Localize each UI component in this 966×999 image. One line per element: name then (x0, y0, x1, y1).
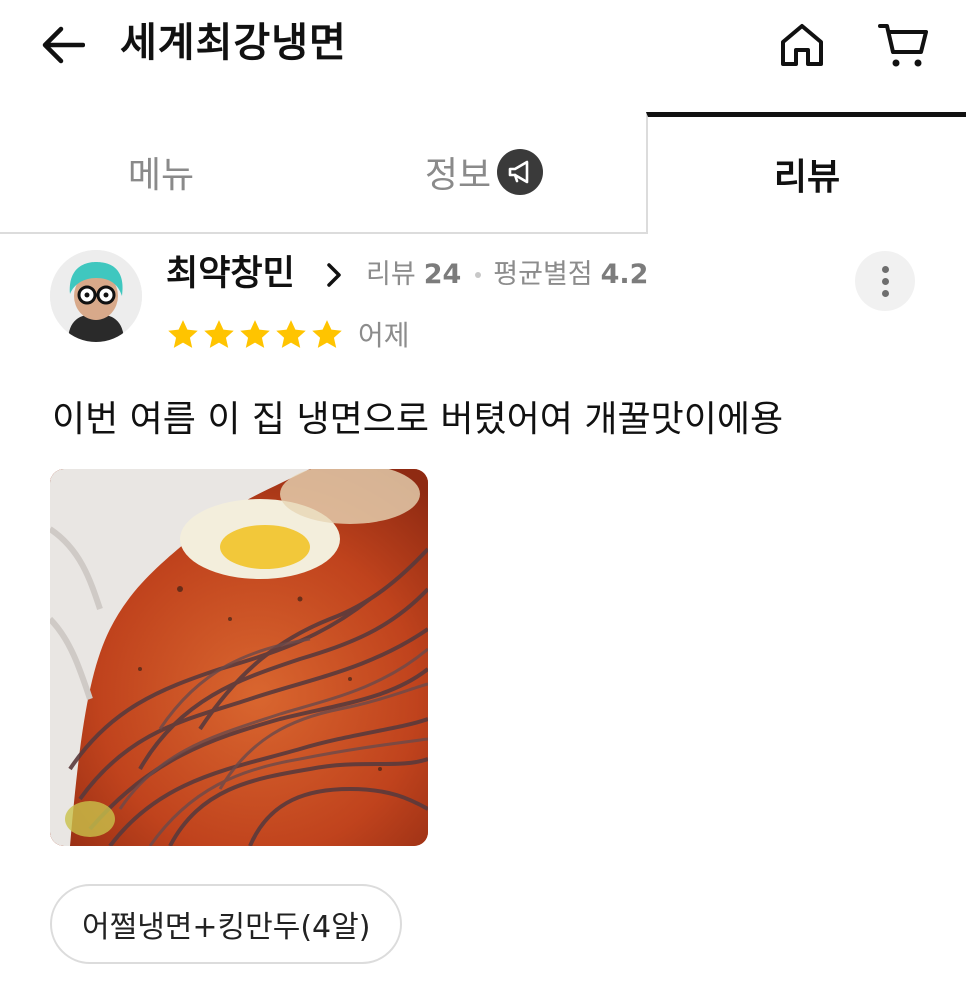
page-title: 세계최강냉면 (120, 20, 347, 66)
top-app-bar: 세계최강냉면 (0, 0, 966, 90)
review-photo[interactable] (50, 469, 428, 846)
review-count: 24 (423, 259, 462, 290)
tab-review[interactable]: 리뷰 (646, 112, 966, 234)
tab-menu-label: 메뉴 (127, 155, 195, 196)
star-icon (168, 320, 198, 348)
star-icon (312, 320, 342, 348)
avatar[interactable] (50, 250, 142, 342)
star-icon (204, 320, 234, 348)
more-options-button[interactable] (855, 251, 915, 311)
arrow-left-icon (42, 26, 85, 64)
review-date: 어제 (358, 319, 410, 352)
reviewer-name[interactable]: 최약창민 (166, 252, 295, 296)
cart-button[interactable] (873, 18, 933, 72)
tab-bar: 메뉴 정보 리뷰 (0, 112, 966, 234)
ordered-menu-chip[interactable]: 어쩔냉면+킹만두(4알) (50, 884, 403, 964)
chevron-right-icon[interactable] (322, 260, 346, 290)
more-vertical-icon (881, 265, 889, 273)
tab-info[interactable]: 정보 (322, 112, 646, 234)
tab-info-label: 정보 (424, 155, 492, 196)
cart-icon (878, 24, 928, 67)
review-text: 이번 여름 이 집 냉면으로 버텼어여 개꿀맛이에용 (52, 399, 784, 440)
separator-dot (475, 272, 482, 278)
ordered-menu-label: 어쩔냉면+킹만두(4알) (82, 910, 371, 945)
star-rating (166, 318, 344, 352)
home-icon (781, 24, 823, 66)
megaphone-icon (497, 149, 544, 195)
star-icon (240, 320, 270, 348)
home-button[interactable] (774, 18, 830, 72)
avg-rating-label: 평균별점 (493, 259, 593, 290)
star-icon (276, 320, 306, 348)
review-count-label: 리뷰 (366, 259, 416, 290)
tab-review-label: 리뷰 (773, 156, 841, 198)
tab-menu[interactable]: 메뉴 (0, 112, 322, 234)
back-button[interactable] (38, 22, 88, 68)
avg-rating: 4.2 (600, 259, 649, 290)
reviewer-stats: 리뷰 24 평균별점 4.2 (366, 258, 648, 292)
